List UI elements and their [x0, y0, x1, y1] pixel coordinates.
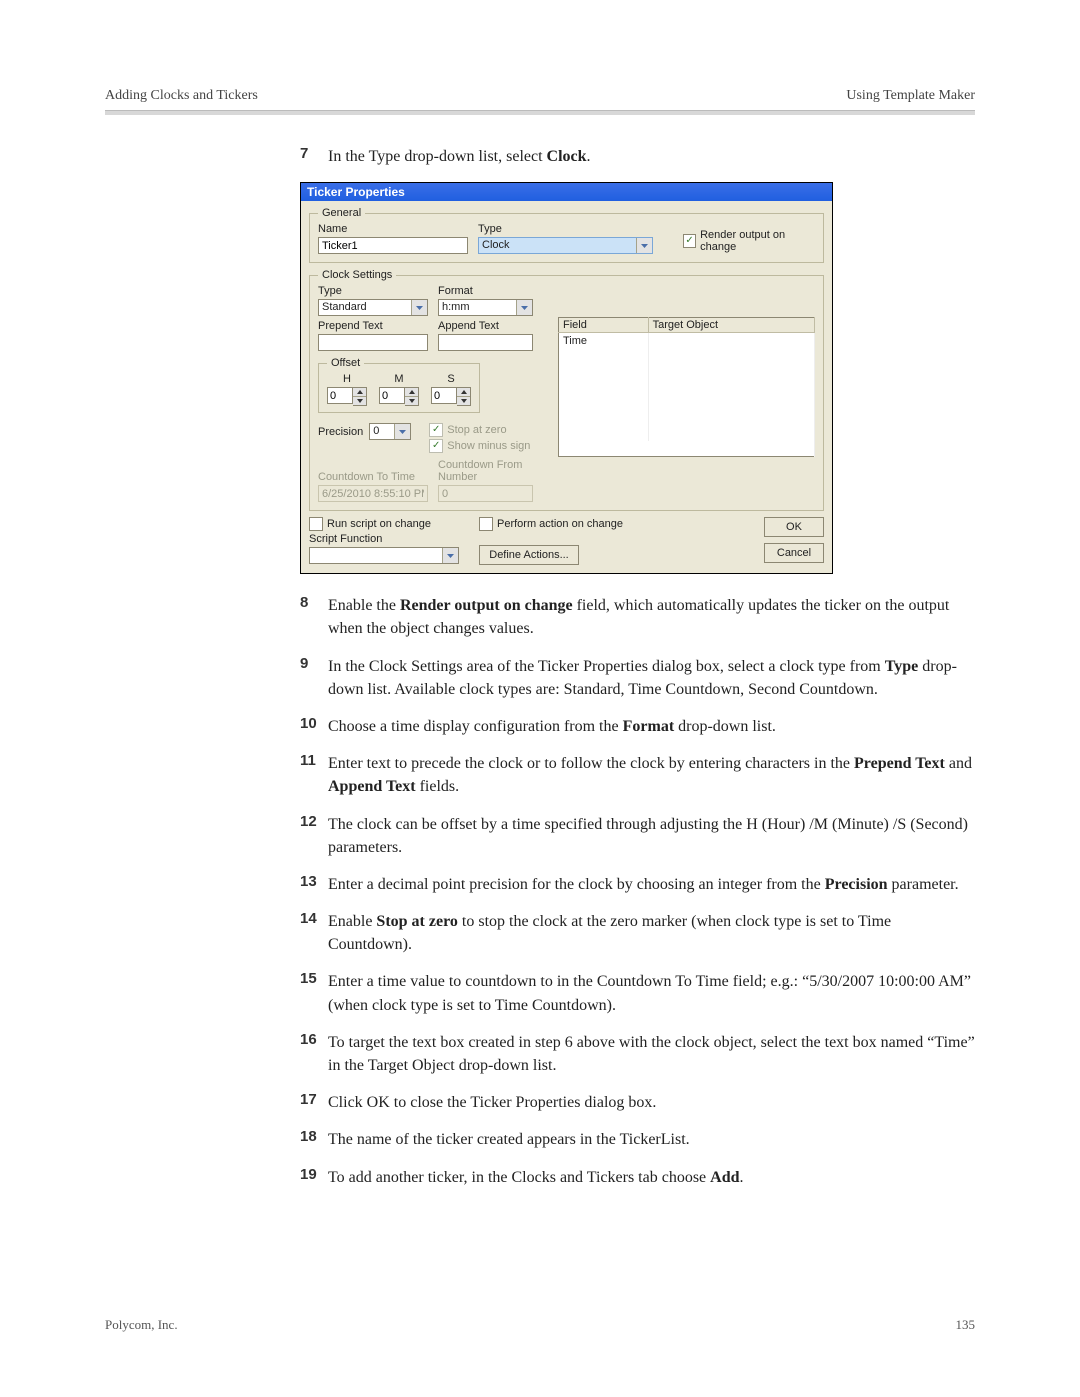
script-function-label: Script Function: [309, 533, 459, 545]
checkbox-checked-icon: [429, 423, 443, 437]
show-minus-checkbox: Show minus sign: [429, 439, 530, 453]
header-right: Using Template Maker: [846, 88, 975, 104]
clock-type-label: Type: [318, 285, 428, 297]
precision-label: Precision: [318, 426, 363, 438]
format-select[interactable]: h:mm: [438, 299, 533, 316]
define-actions-button[interactable]: Define Actions...: [479, 545, 579, 565]
table-header-field: Field: [559, 318, 649, 333]
step-10: 10 Choose a time display configuration f…: [300, 715, 975, 738]
clock-settings-legend: Clock Settings: [318, 269, 396, 281]
arrow-down-icon: [353, 396, 366, 405]
prepend-label: Prepend Text: [318, 320, 428, 332]
step-13: 13 Enter a decimal point precision for t…: [300, 873, 975, 896]
offset-s-spinner[interactable]: [431, 387, 471, 406]
render-output-checkbox[interactable]: Render output on change: [683, 229, 815, 253]
chevron-down-icon: [442, 548, 458, 563]
countdown-to-time-label: Countdown To Time: [318, 471, 428, 483]
table-header-target: Target Object: [648, 318, 814, 333]
general-legend: General: [318, 207, 365, 219]
offset-s-label: S: [447, 373, 454, 385]
offset-group: Offset H M: [318, 357, 480, 413]
arrow-up-icon: [353, 388, 366, 396]
script-function-select[interactable]: [309, 547, 459, 564]
format-label: Format: [438, 285, 533, 297]
countdown-to-time-input: [318, 485, 428, 502]
page-number: 135: [956, 1317, 976, 1333]
step-12: 12 The clock can be offset by a time spe…: [300, 813, 975, 859]
perform-action-checkbox[interactable]: Perform action on change: [479, 517, 623, 531]
step-15: 15 Enter a time value to countdown to in…: [300, 970, 975, 1016]
step-19: 19 To add another ticker, in the Clocks …: [300, 1166, 975, 1189]
type-main-label: Type: [478, 223, 653, 235]
step-7: 7 In the Type drop-down list, select Clo…: [300, 145, 975, 168]
arrow-down-icon: [457, 396, 470, 405]
chevron-down-icon: [636, 238, 652, 253]
countdown-from-number-label: Countdown From Number: [438, 459, 546, 483]
offset-legend: Offset: [327, 357, 364, 369]
arrow-up-icon: [457, 388, 470, 396]
precision-select[interactable]: 0: [369, 423, 411, 440]
dialog-titlebar: Ticker Properties: [301, 183, 832, 201]
name-label: Name: [318, 223, 468, 235]
arrow-down-icon: [405, 396, 418, 405]
offset-m-label: M: [394, 373, 403, 385]
footer-left: Polycom, Inc.: [105, 1317, 178, 1333]
append-label: Append Text: [438, 320, 533, 332]
stop-at-zero-checkbox: Stop at zero: [429, 423, 530, 437]
step-num: 7: [300, 145, 328, 162]
step-9: 9 In the Clock Settings area of the Tick…: [300, 655, 975, 701]
arrow-up-icon: [405, 388, 418, 396]
checkbox-checked-icon: [429, 439, 443, 453]
ok-button[interactable]: OK: [764, 517, 824, 537]
clock-settings-group: Clock Settings Type Standard: [309, 269, 824, 511]
step-16: 16 To target the text box created in ste…: [300, 1031, 975, 1077]
target-table[interactable]: Field Target Object Time: [558, 317, 815, 457]
append-input[interactable]: [438, 334, 533, 351]
offset-h-label: H: [343, 373, 351, 385]
table-row[interactable]: Time: [559, 333, 815, 349]
name-input[interactable]: [318, 237, 468, 254]
general-group: General Name Type Clock: [309, 207, 824, 263]
run-script-checkbox[interactable]: Run script on change: [309, 517, 459, 531]
chevron-down-icon: [411, 300, 427, 315]
type-main-select[interactable]: Clock: [478, 237, 653, 254]
chevron-down-icon: [394, 424, 410, 439]
ticker-properties-dialog: Ticker Properties General Name Type Cloc…: [300, 182, 833, 574]
countdown-from-number-input: [438, 485, 533, 502]
cancel-button[interactable]: Cancel: [764, 543, 824, 563]
prepend-input[interactable]: [318, 334, 428, 351]
checkbox-checked-icon: [683, 234, 696, 248]
step-18: 18 The name of the ticker created appear…: [300, 1128, 975, 1151]
offset-m-spinner[interactable]: [379, 387, 419, 406]
step-text: In the Type drop-down list, select Clock…: [328, 145, 975, 168]
step-8: 8 Enable the Render output on change fie…: [300, 594, 975, 640]
step-11: 11 Enter text to precede the clock or to…: [300, 752, 975, 798]
header-left: Adding Clocks and Tickers: [105, 88, 258, 104]
step-17: 17 Click OK to close the Ticker Properti…: [300, 1091, 975, 1114]
checkbox-icon: [479, 517, 493, 531]
chevron-down-icon: [516, 300, 532, 315]
clock-type-select[interactable]: Standard: [318, 299, 428, 316]
offset-h-spinner[interactable]: [327, 387, 367, 406]
step-14: 14 Enable Stop at zero to stop the clock…: [300, 910, 975, 956]
checkbox-icon: [309, 517, 323, 531]
